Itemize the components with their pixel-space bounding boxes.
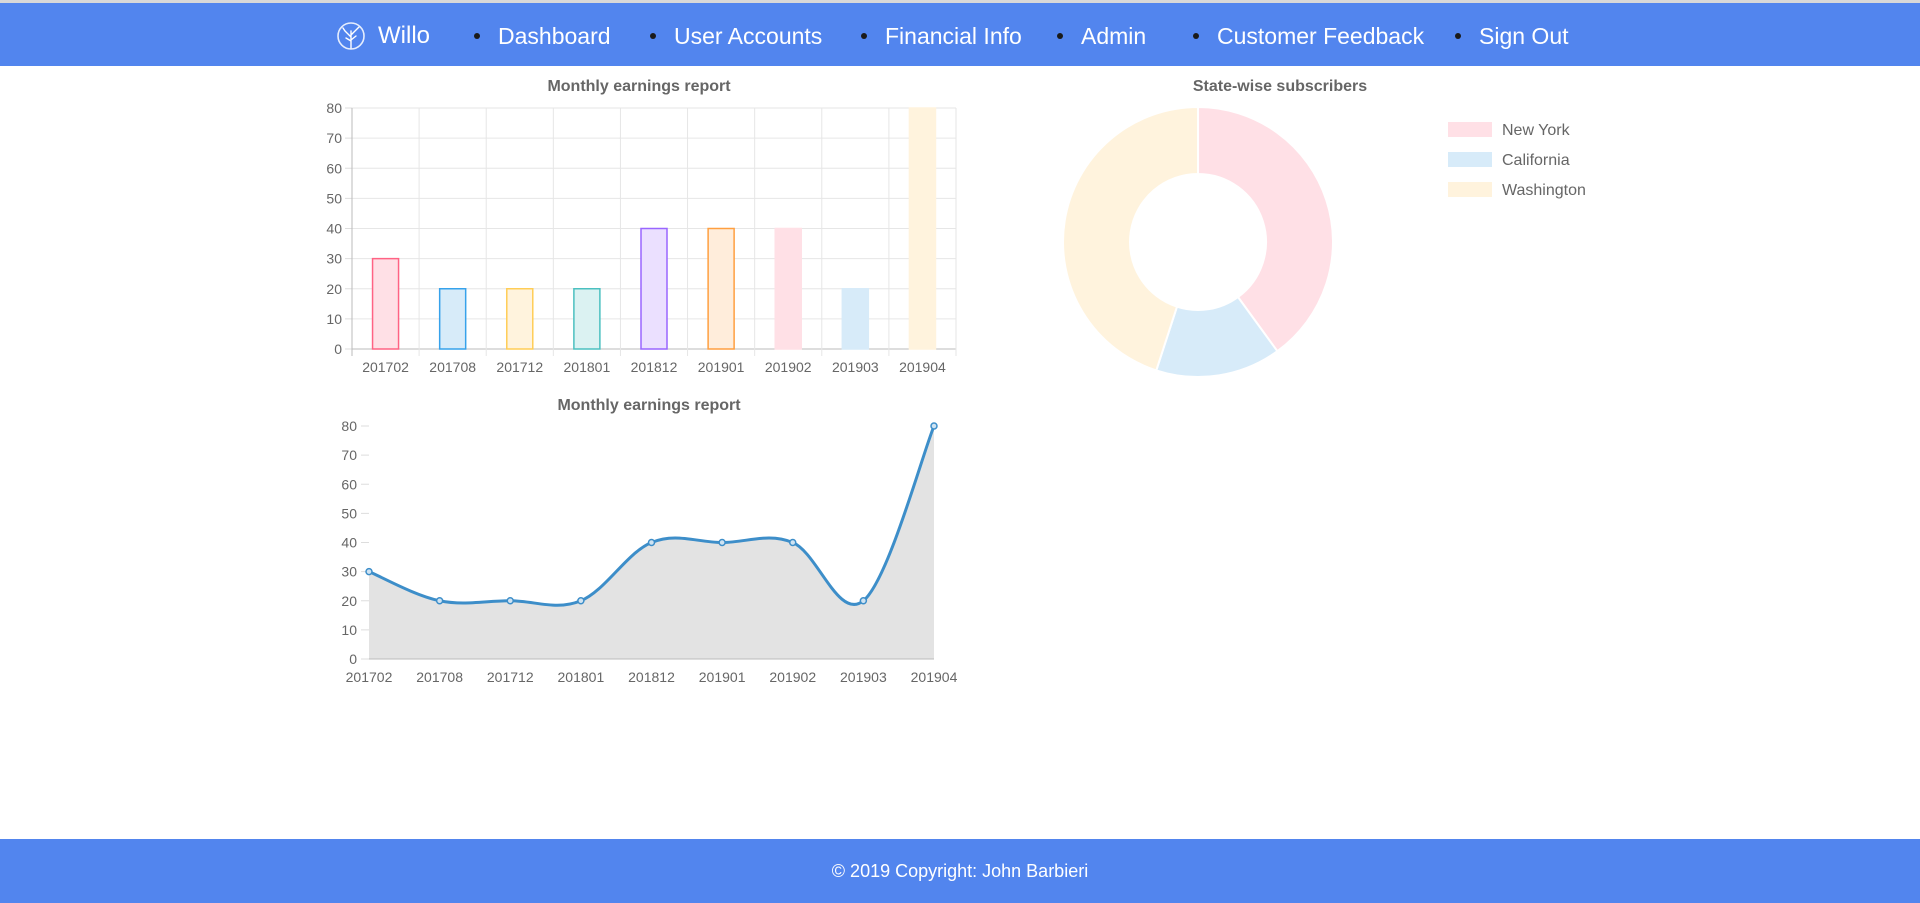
line-area-chart: Monthly earnings report 0 10 20 30 40 50 60 70 80…: [341, 397, 958, 685]
chart-title: Monthly earnings report: [547, 78, 731, 95]
nav-item-financial-info[interactable]: Financial Info: [861, 20, 1022, 52]
data-point: [577, 597, 585, 605]
y-tick-label: 30: [341, 564, 357, 580]
bar: [908, 107, 937, 350]
brand-name: Willo: [378, 22, 430, 49]
y-tick-label: 0: [349, 651, 357, 667]
bar: [841, 288, 870, 350]
navbar: Willo Dashboard User Accounts Financial In…: [0, 3, 1920, 66]
bar: [438, 288, 467, 350]
x-tick-label: 201712: [487, 669, 534, 685]
y-tick-label: 50: [341, 505, 357, 521]
x-tick-label: 201904: [899, 359, 946, 375]
legend-swatch: [1448, 152, 1492, 167]
bullet-icon: [474, 33, 480, 39]
bullet-icon: [1455, 33, 1461, 39]
bullet-icon: [1193, 33, 1199, 39]
y-tick-label: 70: [326, 130, 342, 146]
y-tick-label: 10: [326, 311, 342, 327]
data-point: [789, 538, 797, 547]
y-tick-label: 40: [341, 535, 357, 551]
legend-label: New York: [1502, 122, 1571, 139]
y-tick-label: 80: [341, 418, 357, 434]
nav-item-label: Admin: [1081, 22, 1147, 49]
y-tick-label: 20: [326, 281, 342, 297]
nav-item-dashboard[interactable]: Dashboard: [474, 20, 611, 52]
bar: [774, 227, 802, 350]
x-tick-label: 201901: [698, 359, 745, 375]
data-point: [506, 597, 514, 605]
chart-title: Monthly earnings report: [557, 397, 741, 414]
bar: [573, 288, 601, 350]
y-tick-label: 70: [341, 447, 357, 463]
data-point: [859, 597, 868, 605]
x-tick-label: 201801: [558, 669, 605, 685]
y-tick-label: 80: [326, 100, 342, 116]
footer: © 2019 Copyright: John Barbieri: [0, 839, 1920, 903]
bar: [371, 257, 400, 350]
nav-item-user-accounts[interactable]: User Accounts: [650, 20, 822, 52]
legend-swatch: [1448, 182, 1492, 197]
bar: [707, 227, 735, 350]
nav-item-label: User Accounts: [674, 22, 823, 49]
y-tick-label: 0: [334, 341, 342, 357]
x-tick-label: 201702: [362, 359, 409, 375]
data-point: [930, 422, 938, 430]
x-tick-label: 201904: [911, 669, 958, 685]
nav-item-label: Sign Out: [1479, 22, 1569, 49]
data-point: [718, 538, 726, 547]
y-tick-label: 40: [326, 221, 342, 237]
bar-chart: Monthly earnings report 0 10 20 30 40 50 60 70 80…: [326, 78, 957, 375]
y-tick-label: 60: [326, 160, 342, 176]
bullet-icon: [1057, 33, 1063, 39]
y-tick-label: 50: [326, 190, 342, 206]
donut-chart: State-wise subscribers New York California…: [1062, 78, 1586, 378]
bullet-icon: [861, 33, 867, 39]
x-tick-label: 201902: [769, 669, 816, 685]
nav-item-label: Customer Feedback: [1217, 22, 1425, 49]
y-tick-label: 10: [341, 622, 357, 638]
legend-swatch: [1448, 122, 1492, 137]
y-tick-label: 60: [341, 476, 357, 492]
brand-link[interactable]: Willo: [336, 20, 430, 52]
brain-tree-icon: [337, 22, 365, 50]
nav-item-admin[interactable]: Admin: [1057, 20, 1146, 52]
data-point: [647, 538, 656, 547]
chart-title: State-wise subscribers: [1193, 78, 1367, 95]
x-tick-label: 201712: [496, 359, 543, 375]
legend-label: California: [1502, 152, 1570, 169]
x-tick-label: 201903: [840, 669, 887, 685]
x-tick-label: 201708: [429, 359, 476, 375]
x-tick-label: 201901: [699, 669, 746, 685]
nav-item-label: Financial Info: [885, 22, 1022, 49]
bar: [506, 288, 534, 350]
legend-label: Washington: [1502, 182, 1586, 199]
y-tick-label: 30: [326, 251, 342, 267]
data-point: [435, 597, 444, 605]
x-tick-label: 201801: [564, 359, 611, 375]
nav-item-label: Dashboard: [498, 22, 611, 49]
x-tick-label: 201812: [631, 359, 678, 375]
bullet-icon: [650, 33, 656, 39]
nav-item-customer-feedback[interactable]: Customer Feedback: [1193, 20, 1424, 52]
y-tick-label: 20: [341, 593, 357, 609]
footer-copyright: © 2019 Copyright: John Barbieri: [831, 860, 1089, 881]
nav-item-sign-out[interactable]: Sign Out: [1455, 20, 1569, 52]
data-point: [365, 567, 373, 576]
x-tick-label: 201702: [346, 669, 393, 685]
bar: [640, 227, 668, 350]
x-tick-label: 201903: [832, 359, 879, 375]
x-tick-label: 201902: [765, 359, 812, 375]
x-tick-label: 201708: [416, 669, 463, 685]
x-tick-label: 201812: [628, 669, 675, 685]
